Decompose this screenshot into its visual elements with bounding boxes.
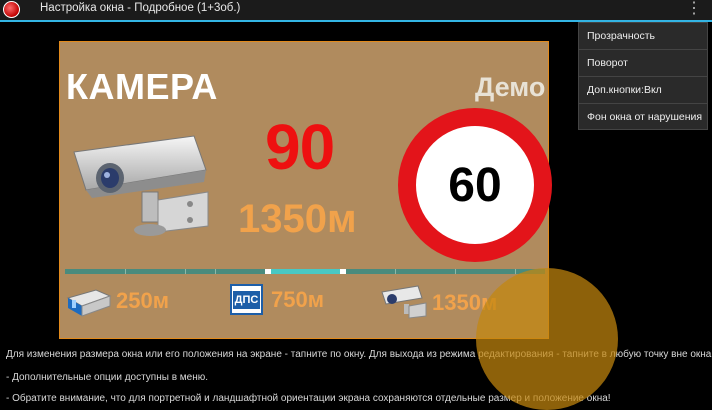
distance-to-camera: 1350м: [238, 197, 357, 241]
menu-item-rotation[interactable]: Поворот: [579, 50, 707, 77]
bottom-distance-1: 250м: [116, 288, 169, 313]
options-menu: Прозрачность Поворот Доп.кнопки:Вкл Фон …: [578, 22, 708, 130]
demo-label: Демо: [475, 72, 546, 102]
touch-indicator: [476, 268, 618, 410]
progress-tick: [455, 269, 456, 274]
speed-limit-value: 60: [448, 158, 502, 212]
progress-tick: [125, 269, 126, 274]
radar-overlay-window[interactable]: КАМЕРА Демо 90 1350м 60 250м ДПС 750м 13…: [59, 41, 552, 339]
small-camera-icon: [381, 285, 427, 319]
progress-fill: [270, 269, 345, 274]
title-bar: Настройка окна - Подробное (1+3об.) ⋮: [0, 0, 712, 22]
overflow-menu-icon[interactable]: ⋮: [686, 0, 702, 20]
menu-item-violation-background[interactable]: Фон окна от нарушения: [579, 104, 707, 131]
progress-tick: [515, 269, 516, 274]
menu-item-transparency[interactable]: Прозрачность: [579, 23, 707, 50]
dps-sign-text: ДПС: [232, 290, 261, 309]
dps-post-item: ДПС 750м: [230, 284, 324, 315]
camera-heading: КАМЕРА: [66, 66, 218, 107]
dps-post-icon: ДПС: [230, 284, 263, 315]
bottom-distance-2: 750м: [271, 286, 324, 312]
distance-progress-bar: [65, 269, 545, 274]
help-text-line-2: - Дополнительные опции доступны в меню.: [6, 372, 209, 383]
camera-icon: [73, 135, 209, 236]
progress-tick: [215, 269, 216, 274]
speed-limit-sign: 60: [398, 108, 552, 262]
window-title: Настройка окна - Подробное (1+3об.): [40, 2, 241, 14]
progress-tick: [185, 269, 186, 274]
progress-tick: [395, 269, 396, 274]
stationary-radar-icon: [66, 289, 112, 317]
stationary-radar-item: 250м: [66, 284, 169, 318]
progress-marker: [265, 269, 271, 274]
menu-item-extra-buttons[interactable]: Доп.кнопки:Вкл: [579, 77, 707, 104]
app-icon: [3, 1, 20, 18]
progress-marker: [340, 269, 346, 274]
current-speed: 90: [265, 111, 335, 183]
